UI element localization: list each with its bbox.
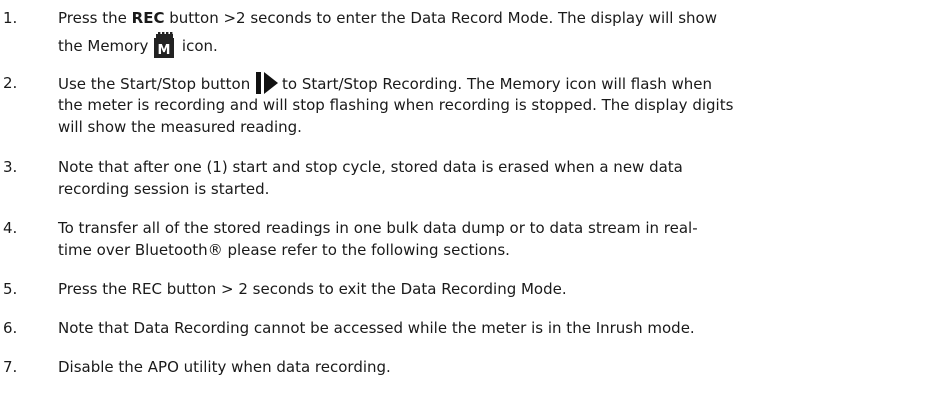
item-number: 1. <box>3 9 18 27</box>
memory-icon-letter: M <box>158 43 171 58</box>
item-text: Note that Data Recording cannot be acces… <box>58 319 695 337</box>
item-text: Press the REC button >2 seconds to enter… <box>58 9 717 58</box>
item-number: 4. <box>3 219 18 237</box>
item-number: 3. <box>3 158 18 176</box>
item-number: 5. <box>3 280 18 298</box>
item-number: 6. <box>3 319 18 337</box>
item-text: Use the Start/Stop button to Start/Stop … <box>58 72 920 138</box>
memory-card-icon: M <box>154 32 175 58</box>
rec-button-label: REC <box>131 9 165 27</box>
item-number: 7. <box>3 358 18 376</box>
item-text: To transfer all of the stored readings i… <box>58 219 698 259</box>
item-text: Note that after one (1) start and stop c… <box>58 158 683 198</box>
item-text: Disable the APO utility when data record… <box>58 358 391 376</box>
play-pause-icon <box>256 72 282 94</box>
item-text: Press the REC button > 2 seconds to exit… <box>58 280 567 298</box>
item-number: 2. <box>3 74 18 92</box>
